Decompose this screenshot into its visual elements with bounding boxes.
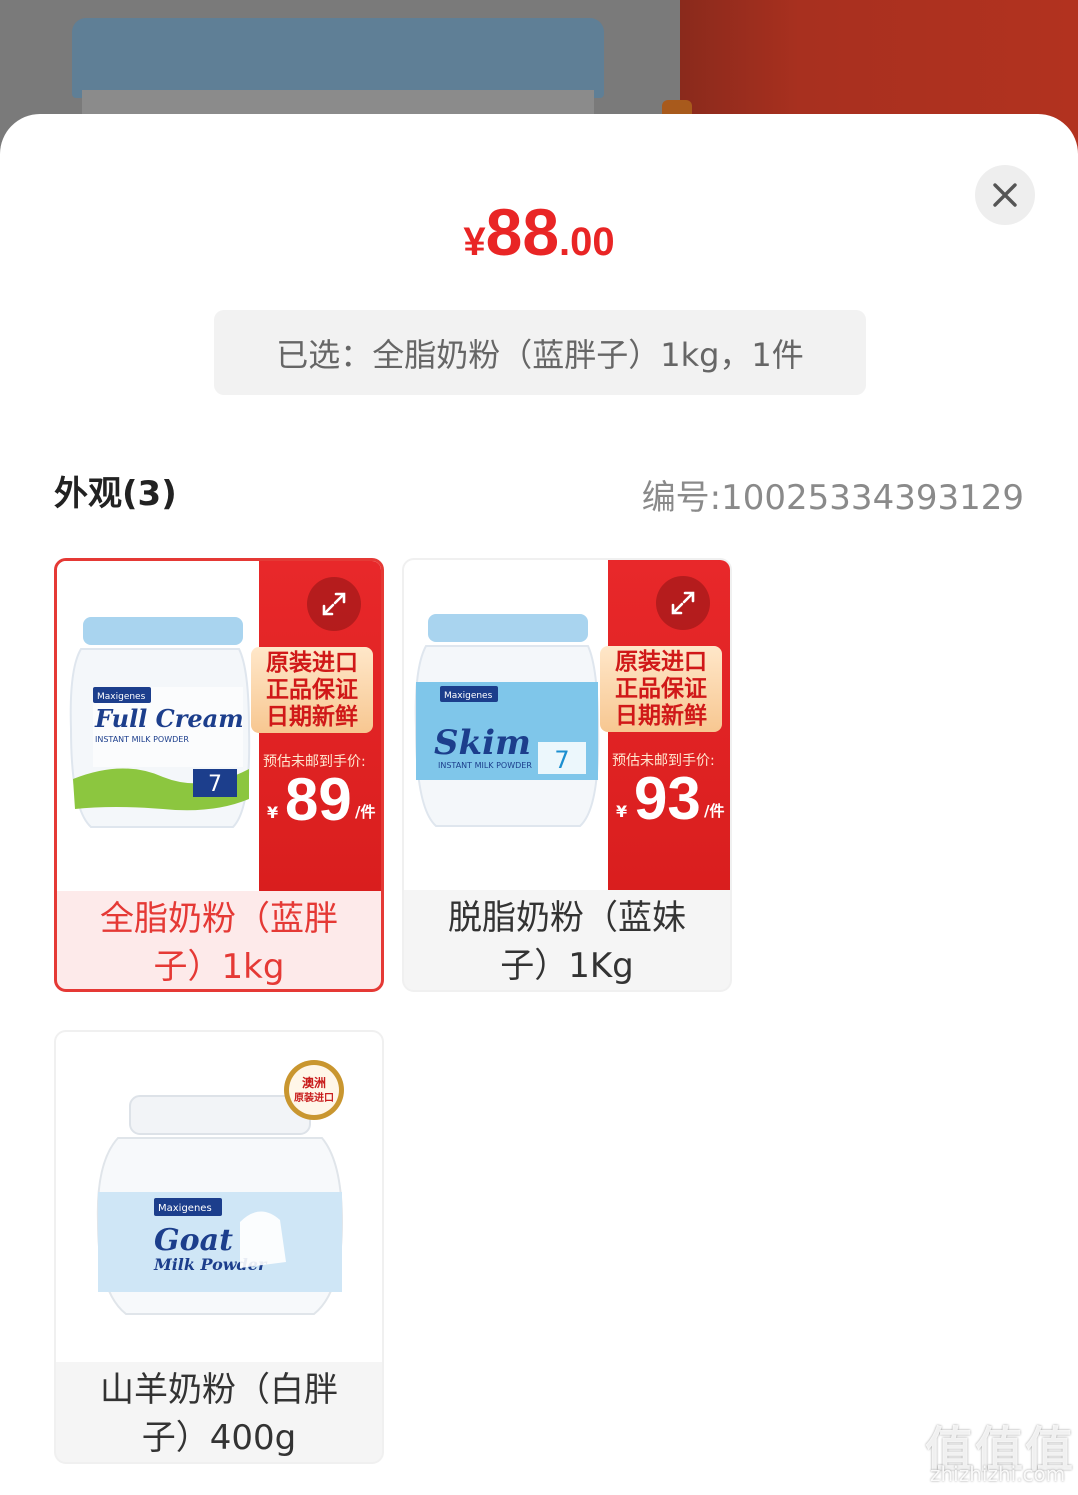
promo-unit: /件 (355, 803, 376, 821)
variant-image: Maxigenes Skim INSTANT MILK POWDER 7 原装进… (404, 560, 730, 890)
price-display: ¥88.00 (0, 194, 1078, 270)
variant-label: 脱脂奶粉（蓝妹子）1Kg (448, 898, 686, 986)
variant-image: Maxigenes Goat Milk Powder 澳洲 原装进口 (56, 1032, 382, 1362)
svg-text:Maxigenes: Maxigenes (97, 692, 146, 702)
product-jar-image: Maxigenes Skim INSTANT MILK POWDER 7 (414, 614, 600, 827)
promo-badge-line: 原装进口 (615, 648, 707, 675)
svg-text:INSTANT MILK POWDER: INSTANT MILK POWDER (95, 735, 189, 744)
product-jar-image: Maxigenes Full Cream INSTANT MILK POWDER… (69, 617, 251, 828)
promo-banner: 原装进口 正品保证 日期新鲜 预估未邮到手价: ¥ 89 /件 (251, 561, 381, 891)
expand-icon (322, 592, 346, 616)
price-integer: 88 (485, 195, 560, 269)
promo-badge-line: 日期新鲜 (615, 702, 707, 729)
variant-label: 全脂奶粉（蓝胖子）1kg (100, 899, 338, 987)
origin-seal-icon: 澳洲 原装进口 (284, 1060, 344, 1120)
variant-card-skim[interactable]: Maxigenes Skim INSTANT MILK POWDER 7 原装进… (402, 558, 732, 992)
promo-badge-line: 正品保证 (266, 676, 358, 703)
promo-price-value: 93 (634, 765, 701, 832)
svg-text:Maxigenes: Maxigenes (444, 691, 493, 701)
promo-badge-line: 日期新鲜 (266, 703, 358, 730)
svg-text:Skim: Skim (434, 723, 531, 763)
promo-badge-line: 正品保证 (615, 675, 707, 702)
promo-badge-line: 原装进口 (266, 649, 358, 676)
promo-banner: 原装进口 正品保证 日期新鲜 预估未邮到手价: ¥ 93 /件 (600, 560, 730, 890)
variant-card-goat[interactable]: Maxigenes Goat Milk Powder 澳洲 原装进口 山羊奶粉（… (54, 1030, 384, 1464)
promo-currency: ¥ (267, 803, 279, 822)
selected-summary: 已选：全脂奶粉（蓝胖子）1kg，1件 (214, 310, 866, 395)
background-product-lid (72, 18, 604, 98)
svg-text:Goat: Goat (154, 1223, 233, 1258)
section-title: 外观(3) (54, 474, 177, 514)
svg-text:Maxigenes: Maxigenes (158, 1203, 212, 1214)
svg-text:Full Cream: Full Cream (94, 704, 244, 733)
promo-unit: /件 (704, 802, 725, 820)
product-jar-image: Maxigenes Goat Milk Powder (96, 1095, 344, 1315)
expand-icon (671, 591, 695, 615)
variant-image: Maxigenes Full Cream INSTANT MILK POWDER… (57, 561, 381, 891)
svg-text:7: 7 (554, 746, 569, 774)
svg-text:7: 7 (208, 772, 222, 797)
svg-text:原装进口: 原装进口 (294, 1091, 334, 1104)
promo-badge: 原装进口 正品保证 日期新鲜 (251, 647, 373, 733)
svg-text:INSTANT MILK POWDER: INSTANT MILK POWDER (438, 761, 532, 770)
variant-label: 山羊奶粉（白胖子）400g (100, 1370, 338, 1458)
variant-card-full-cream[interactable]: Maxigenes Full Cream INSTANT MILK POWDER… (54, 558, 384, 992)
promo-currency: ¥ (616, 802, 628, 821)
price-currency: ¥ (463, 220, 486, 264)
expand-button[interactable] (307, 577, 361, 631)
sku-selector-sheet: ¥88.00 已选：全脂奶粉（蓝胖子）1kg，1件 外观(3) 编号:10025… (0, 114, 1078, 1495)
expand-button[interactable] (656, 576, 710, 630)
watermark-url: zhizhizhi.com (930, 1462, 1066, 1486)
svg-text:澳洲: 澳洲 (302, 1075, 326, 1090)
promo-price-value: 89 (285, 766, 352, 833)
selected-summary-text: 已选：全脂奶粉（蓝胖子）1kg，1件 (276, 335, 804, 374)
sku-code: 编号:10025334393129 (641, 478, 1024, 518)
price-decimal: .00 (559, 220, 615, 264)
promo-badge: 原装进口 正品保证 日期新鲜 (600, 646, 722, 732)
